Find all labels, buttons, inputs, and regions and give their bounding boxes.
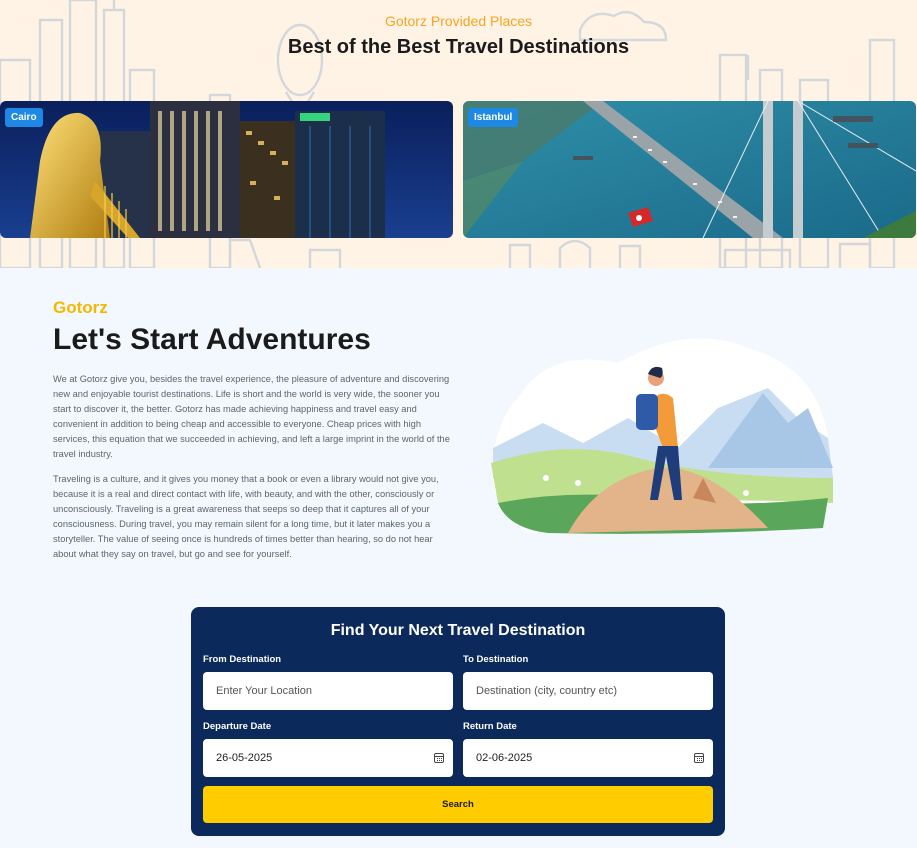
departure-date-value: 26-05-2025 [216, 752, 273, 764]
destination-card-istanbul[interactable]: Istanbul [463, 101, 916, 238]
return-date-label: Return Date [463, 721, 517, 732]
hiker-illustration [491, 338, 833, 534]
istanbul-image [463, 101, 916, 238]
search-button[interactable]: Search [203, 786, 713, 823]
adventure-title: Let's Start Adventures [53, 323, 371, 356]
to-destination-label: To Destination [463, 654, 529, 665]
adventure-paragraph: We at Gotorz give you, besides the trave… [53, 374, 450, 459]
cairo-image [0, 101, 453, 238]
calendar-icon[interactable] [694, 753, 704, 763]
destination-card-cairo[interactable]: Cairo [0, 101, 453, 238]
section-title: Best of the Best Travel Destinations [287, 36, 630, 58]
from-destination-input[interactable] [203, 672, 453, 710]
destinations-section: Gotorz Provided Places Best of the Best … [0, 0, 917, 268]
search-panel: Find Your Next Travel Destination From D… [191, 607, 725, 836]
from-destination-label: From Destination [203, 654, 282, 665]
departure-date-label: Departure Date [203, 721, 272, 732]
brand-name: Gotorz [53, 298, 108, 317]
section-eyebrow: Gotorz Provided Places [384, 13, 533, 29]
search-panel-title: Find Your Next Travel Destination [330, 622, 586, 639]
destination-label: Istanbul [468, 108, 519, 127]
departure-date-input[interactable]: 26-05-2025 [203, 739, 453, 777]
to-destination-input[interactable] [463, 672, 713, 710]
destination-label: Cairo [5, 108, 43, 127]
adventure-paragraph: Traveling is a culture, and it gives you… [53, 474, 439, 559]
calendar-icon[interactable] [434, 753, 444, 763]
return-date-input[interactable]: 02-06-2025 [463, 739, 713, 777]
return-date-value: 02-06-2025 [476, 752, 533, 764]
